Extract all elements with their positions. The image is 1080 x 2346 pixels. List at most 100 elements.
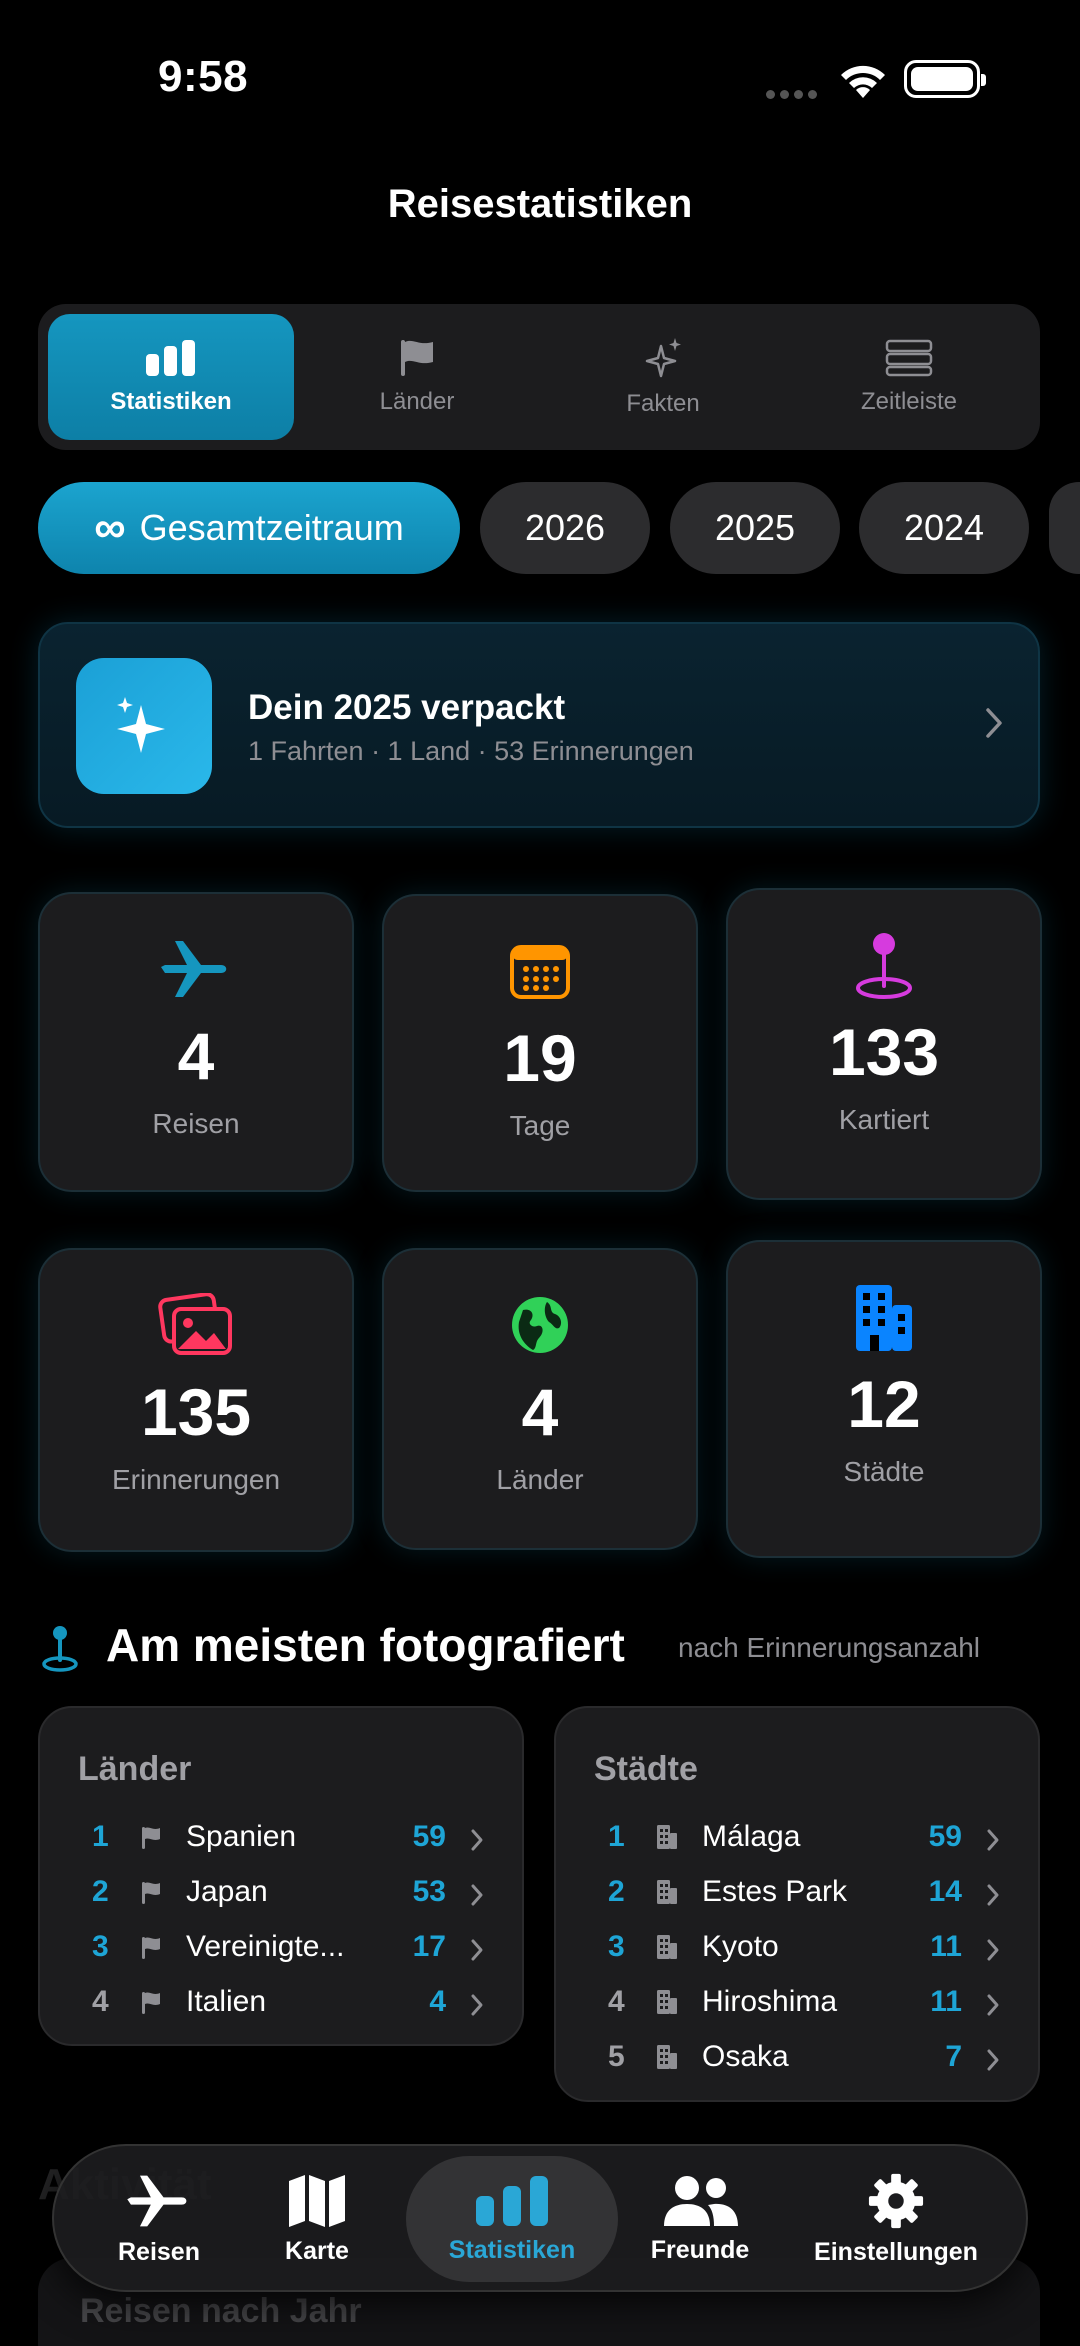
tab-statistiken[interactable]: Statistiken — [406, 2156, 618, 2282]
chevron-right-icon — [986, 1936, 1000, 1970]
ranking-name: Spanien — [186, 1820, 297, 1853]
stat-card-laender[interactable]: 4 Länder — [382, 1248, 698, 1550]
tab-statistiken[interactable]: Statistiken — [48, 314, 294, 440]
activity-subtitle: Reisen nach Jahr — [80, 2292, 362, 2330]
bar-chart-icon — [146, 340, 195, 376]
ranking-row[interactable]: 4 Italien 4 — [40, 1977, 522, 2032]
rank-number: 4 — [92, 1985, 109, 2018]
stat-card-kartiert[interactable]: 133 Kartiert — [726, 888, 1042, 1200]
chevron-right-icon — [470, 1936, 484, 1970]
stat-card-staedte[interactable]: 12 Städte — [726, 1240, 1042, 1558]
cities-ranking-card: Städte 1 Málaga 59 2 Estes Park 14 3 Kyoto 11 4 Hi… — [554, 1706, 1040, 2102]
tab-zeitleiste[interactable]: Zeitleiste — [786, 314, 1032, 440]
ranking-name: Hiroshima — [702, 1985, 838, 2018]
stat-label: Länder — [496, 1464, 584, 1495]
airplane-icon — [161, 934, 231, 1004]
ranking-row[interactable]: 3 Vereinigte... 17 — [40, 1922, 522, 1977]
stat-card-tage[interactable]: 19 Tage — [382, 894, 698, 1192]
period-chip-gesamtzeitraum[interactable]: ∞ Gesamtzeitraum — [38, 482, 460, 574]
tab-einstellungen[interactable]: Einstellungen — [806, 2156, 986, 2282]
period-label: 2025 — [714, 507, 796, 548]
tab-label: Karte — [285, 2236, 349, 2265]
ranking-count: 11 — [930, 1985, 962, 2018]
period-chip-2024[interactable]: 2024 — [859, 482, 1029, 574]
flag-icon — [140, 1824, 162, 1858]
chevron-right-icon — [986, 2046, 1000, 2080]
ranking-row[interactable]: 3 Kyoto 11 — [556, 1922, 1038, 1977]
sparkles-icon — [76, 658, 212, 794]
battery-icon — [904, 60, 986, 98]
bar-chart-icon — [476, 2175, 548, 2226]
stat-label: Städte — [843, 1456, 925, 1487]
period-chip-2026[interactable]: 2026 — [480, 482, 650, 574]
period-chip-2025[interactable]: 2025 — [670, 482, 840, 574]
ranking-count: 59 — [928, 1820, 962, 1853]
stat-label: Erinnerungen — [111, 1464, 281, 1495]
ranking-row[interactable]: 2 Estes Park 14 — [556, 1867, 1038, 1922]
period-label: Gesamtzeitraum — [139, 507, 404, 548]
rank-number: 2 — [608, 1875, 625, 1908]
ranking-row[interactable]: 1 Málaga 59 — [556, 1812, 1038, 1867]
ranking-row[interactable]: 5 Osaka 7 — [556, 2032, 1038, 2087]
stat-value: 135 — [140, 1375, 252, 1449]
stat-value: 133 — [828, 1015, 940, 1089]
tab-reisen[interactable]: Reisen — [94, 2156, 224, 2282]
rank-number: 5 — [608, 2040, 625, 2073]
ranking-count: 14 — [928, 1875, 962, 1908]
stat-card-erinnerungen[interactable]: 135 Erinnerungen — [38, 1248, 354, 1552]
ranking-name: Japan — [186, 1875, 268, 1908]
period-label: 2026 — [524, 507, 606, 548]
globe-icon — [509, 1290, 571, 1360]
map-icon — [289, 2174, 345, 2227]
photos-icon — [158, 1290, 234, 1360]
chevron-right-icon — [470, 1826, 484, 1860]
flag-icon — [401, 340, 433, 376]
ranking-row[interactable]: 2 Japan 53 — [40, 1867, 522, 1922]
stat-value: 4 — [521, 1375, 559, 1449]
building-icon — [656, 1879, 678, 1913]
chevron-right-icon — [986, 708, 1002, 738]
rank-number: 1 — [92, 1820, 109, 1853]
signal-icon — [766, 86, 822, 104]
tab-freunde[interactable]: Freunde — [630, 2156, 770, 2282]
ranking-count: 7 — [945, 2040, 962, 2073]
gear-icon — [868, 2173, 924, 2228]
map-pin-icon — [42, 1626, 78, 1672]
tab-bar: Reisen Karte Statistiken Freunde Einstel… — [52, 2144, 1028, 2292]
ranking-name: Málaga — [702, 1820, 801, 1853]
building-icon — [656, 1824, 678, 1858]
calendar-icon — [510, 936, 570, 1006]
wrapped-subtitle: 1 Fahrten · 1 Land · 53 Erinnerungen — [248, 736, 694, 766]
tab-label: Länder — [379, 388, 455, 415]
tab-karte[interactable]: Karte — [252, 2156, 382, 2282]
ranking-row[interactable]: 1 Spanien 59 — [40, 1812, 522, 1867]
stat-value: 19 — [503, 1021, 577, 1095]
ranking-title: Länder — [78, 1750, 192, 1788]
ranking-name: Kyoto — [702, 1930, 779, 1963]
tab-laender[interactable]: Länder — [294, 314, 540, 440]
ranking-name: Italien — [186, 1985, 267, 2018]
building-icon — [656, 1989, 678, 2023]
tab-label: Reisen — [118, 2237, 200, 2266]
wrapped-title: Dein 2025 verpackt — [248, 688, 566, 727]
year-wrapped-banner[interactable]: Dein 2025 verpackt 1 Fahrten · 1 Land · … — [38, 622, 1040, 828]
ranking-row[interactable]: 4 Hiroshima 11 — [556, 1977, 1038, 2032]
flag-icon — [140, 1989, 162, 2023]
countries-ranking-card: Länder 1 Spanien 59 2 Japan 53 3 Vereinigte... 1… — [38, 1706, 524, 2046]
stat-card-reisen[interactable]: 4 Reisen — [38, 892, 354, 1192]
period-chip-more[interactable] — [1049, 482, 1080, 574]
rank-number: 3 — [92, 1930, 109, 1963]
rank-number: 3 — [608, 1930, 625, 1963]
status-bar: 9:58 — [0, 0, 1080, 140]
flag-icon — [140, 1879, 162, 1913]
tab-label: Statistiken — [448, 2235, 576, 2264]
building-icon — [656, 1934, 678, 1968]
ranking-name: Estes Park — [702, 1875, 848, 1908]
tab-fakten[interactable]: Fakten — [540, 314, 786, 440]
section-title: Am meisten fotografiert — [106, 1619, 625, 1671]
ranking-count: 11 — [930, 1930, 962, 1963]
stat-label: Reisen — [152, 1108, 240, 1139]
stat-value: 12 — [847, 1367, 921, 1441]
period-label: 2024 — [903, 507, 985, 548]
chevron-right-icon — [986, 1991, 1000, 2025]
